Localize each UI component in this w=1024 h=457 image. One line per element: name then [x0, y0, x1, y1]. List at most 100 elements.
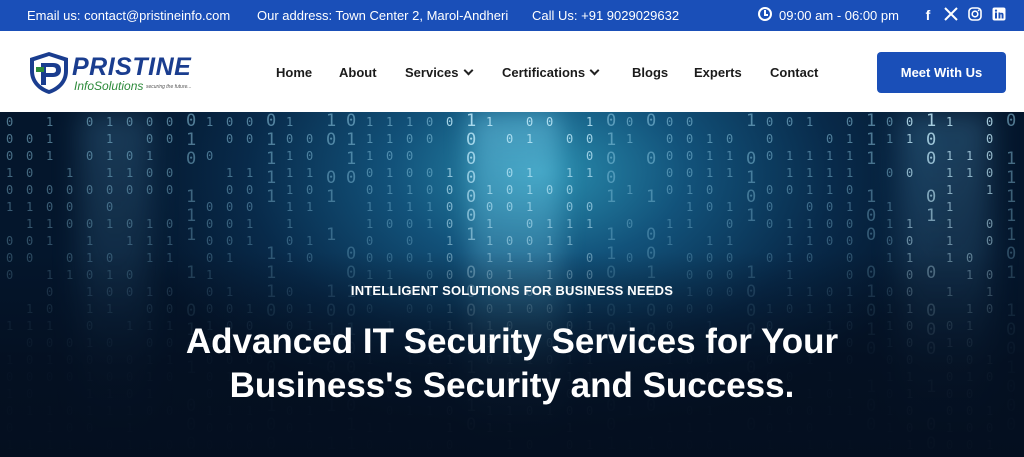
nav-services-label: Services: [405, 65, 459, 80]
svg-text:1: 1: [486, 183, 493, 197]
svg-text:0: 0: [206, 217, 213, 231]
svg-text:1: 1: [786, 217, 793, 231]
svg-text:1: 1: [126, 166, 133, 180]
svg-text:0: 0: [406, 166, 413, 180]
svg-text:0: 0: [466, 149, 476, 169]
svg-text:1: 1: [726, 234, 733, 248]
svg-text:1: 1: [866, 149, 876, 169]
facebook-icon[interactable]: f: [920, 7, 936, 23]
svg-text:1: 1: [326, 112, 336, 131]
svg-text:1: 1: [106, 149, 113, 163]
svg-text:0: 0: [986, 132, 993, 146]
svg-text:0: 0: [326, 130, 336, 150]
svg-text:0: 0: [66, 183, 73, 197]
nav-about[interactable]: About: [339, 65, 377, 80]
svg-text:1: 1: [286, 183, 293, 197]
svg-text:0: 0: [386, 217, 393, 231]
svg-text:1: 1: [266, 130, 276, 150]
svg-text:0: 0: [346, 112, 356, 131]
svg-text:0: 0: [426, 115, 433, 129]
nav-contact[interactable]: Contact: [770, 65, 818, 80]
svg-text:1: 1: [246, 234, 253, 248]
brand-subname: InfoSolutions: [74, 79, 144, 93]
svg-text:0: 0: [926, 149, 936, 169]
nav-experts[interactable]: Experts: [694, 65, 742, 80]
svg-text:0: 0: [566, 132, 573, 146]
svg-text:0: 0: [566, 183, 573, 197]
svg-text:1: 1: [106, 115, 113, 129]
svg-text:1: 1: [946, 149, 953, 163]
svg-text:0: 0: [506, 183, 513, 197]
svg-text:1: 1: [806, 217, 813, 231]
svg-text:1: 1: [666, 234, 673, 248]
svg-text:1: 1: [246, 217, 253, 231]
svg-text:0: 0: [666, 149, 673, 163]
svg-text:0: 0: [986, 234, 993, 248]
svg-text:0: 0: [626, 217, 633, 231]
svg-text:0: 0: [226, 115, 233, 129]
svg-text:1: 1: [486, 217, 493, 231]
svg-text:1: 1: [146, 149, 153, 163]
svg-text:0: 0: [506, 166, 513, 180]
svg-text:1: 1: [746, 112, 756, 131]
svg-text:1: 1: [486, 234, 493, 248]
svg-text:1: 1: [146, 234, 153, 248]
svg-text:0: 0: [726, 132, 733, 146]
svg-text:1: 1: [866, 187, 876, 207]
svg-text:1: 1: [686, 217, 693, 231]
svg-text:0: 0: [6, 234, 13, 248]
brand-logo[interactable]: PRISTINE InfoSolutions securing the futu…: [28, 51, 218, 101]
svg-text:0: 0: [526, 234, 533, 248]
svg-text:1: 1: [466, 112, 476, 131]
svg-text:1: 1: [586, 217, 593, 231]
svg-text:0: 0: [606, 112, 616, 131]
svg-text:0: 0: [346, 168, 356, 188]
svg-text:0: 0: [566, 200, 573, 214]
svg-text:0: 0: [446, 200, 453, 214]
svg-text:0: 0: [226, 234, 233, 248]
svg-text:1: 1: [106, 217, 113, 231]
nav-certifications[interactable]: Certifications: [502, 65, 600, 80]
svg-text:0: 0: [666, 166, 673, 180]
svg-text:1: 1: [566, 217, 573, 231]
svg-text:0: 0: [326, 168, 336, 188]
svg-text:1: 1: [726, 166, 733, 180]
svg-text:1: 1: [846, 200, 853, 214]
svg-text:1: 1: [1006, 187, 1016, 207]
svg-text:1: 1: [6, 166, 13, 180]
linkedin-icon[interactable]: [991, 7, 1007, 23]
svg-text:1: 1: [46, 149, 53, 163]
svg-text:0: 0: [526, 217, 533, 231]
svg-text:0: 0: [606, 149, 616, 169]
phone-link[interactable]: Call Us: +91 9029029632: [532, 8, 679, 23]
nav-services[interactable]: Services: [405, 65, 473, 80]
x-icon[interactable]: [943, 7, 959, 23]
svg-text:0: 0: [106, 183, 113, 197]
svg-text:1: 1: [526, 132, 533, 146]
svg-text:0: 0: [26, 132, 33, 146]
svg-text:1: 1: [366, 132, 373, 146]
svg-text:0: 0: [686, 149, 693, 163]
svg-text:0: 0: [6, 132, 13, 146]
svg-text:0: 0: [906, 115, 913, 129]
svg-text:1: 1: [366, 115, 373, 129]
svg-text:0: 0: [186, 112, 196, 131]
svg-text:0: 0: [866, 225, 876, 245]
svg-text:1: 1: [586, 115, 593, 129]
svg-text:1: 1: [186, 225, 196, 245]
nav-blogs[interactable]: Blogs: [632, 65, 668, 80]
svg-text:1: 1: [526, 200, 533, 214]
svg-text:1: 1: [186, 206, 196, 226]
instagram-icon[interactable]: [967, 7, 983, 23]
svg-text:1: 1: [706, 149, 713, 163]
shield-logo-icon: [30, 52, 68, 94]
svg-text:1: 1: [246, 166, 253, 180]
svg-text:0: 0: [806, 200, 813, 214]
svg-text:1: 1: [686, 183, 693, 197]
svg-text:0: 0: [466, 206, 476, 226]
svg-text:1: 1: [406, 115, 413, 129]
nav-home[interactable]: Home: [276, 65, 312, 80]
email-link[interactable]: Email us: contact@pristineinfo.com: [27, 8, 230, 23]
svg-text:1: 1: [366, 149, 373, 163]
meet-with-us-button[interactable]: Meet With Us: [877, 52, 1006, 93]
